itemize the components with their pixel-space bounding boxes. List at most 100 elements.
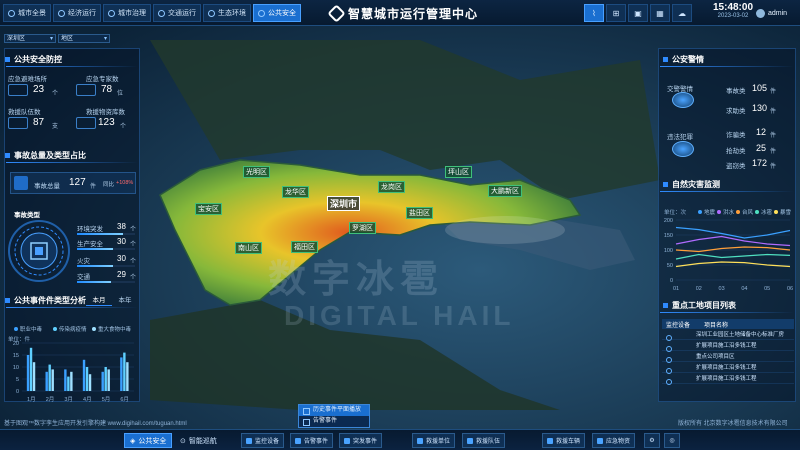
district-label[interactable]: 大鹏新区: [488, 185, 522, 197]
camera-icon[interactable]: [666, 368, 672, 374]
leaf-icon: [208, 9, 215, 17]
table-row[interactable]: 扩展项目施工沿多钱工程: [662, 362, 794, 374]
city-label[interactable]: 深圳市: [327, 196, 361, 211]
table-row[interactable]: 扩展项目施工沿多钱工程: [662, 373, 794, 385]
type-label: 火灾: [77, 258, 90, 265]
period-this-month[interactable]: 本月: [86, 295, 112, 306]
table-row[interactable]: 扩展项目施工沿多钱工程: [662, 340, 794, 352]
footer-credit[interactable]: 基于图观™数字孪生应用开发引擎构建 www.digihail.com/tugua…: [4, 418, 187, 427]
footer-copyright: 版权所有 北京数字冰雹信息技术有限公司: [678, 421, 788, 427]
chart-icon[interactable]: ⌇: [584, 4, 604, 22]
camera-icon[interactable]: [666, 346, 672, 352]
district-label[interactable]: 罗湖区: [349, 222, 376, 234]
bar: [45, 371, 48, 391]
district-label[interactable]: 龙岗区: [378, 181, 405, 193]
tab-city-overview[interactable]: 城市全景: [3, 4, 51, 22]
chip-label: 救援车辆: [556, 439, 581, 445]
layer-chip-rescue-vehicles[interactable]: 救援车辆: [542, 433, 586, 448]
series-line: [675, 253, 791, 260]
team-icon: [467, 437, 473, 444]
alarm-item-label: 抢劫类: [726, 148, 746, 155]
grid-icon[interactable]: ⊞: [606, 4, 626, 22]
tab-economy[interactable]: 经济运行: [53, 4, 101, 22]
image-icon[interactable]: ▣: [628, 4, 648, 22]
type-value: 30: [117, 237, 126, 246]
section-title: 公共事件件类型分析: [14, 295, 86, 305]
column-header: 监控设备: [666, 322, 691, 329]
legend-label: 地震: [704, 210, 716, 216]
layer-chip-rescue-units[interactable]: 救援单位: [412, 433, 456, 448]
layer-popup-menu: 历史事件平面播放 告警事件: [298, 404, 370, 428]
tab-public-safety[interactable]: 公共安全: [253, 4, 301, 22]
section-title: 事故总量及类型占比: [14, 150, 86, 160]
series-line: [675, 246, 791, 253]
cloud-icon[interactable]: ☁: [672, 4, 692, 22]
type-label: 生产安全: [77, 241, 103, 248]
region-select[interactable]: 深圳区: [4, 34, 56, 43]
layer-chip-rescue-teams[interactable]: 救援队伍: [462, 433, 506, 448]
legend-label: 传染病疫情: [59, 327, 87, 333]
camera-icon[interactable]: [666, 379, 672, 385]
total-label: 事故总量: [34, 183, 60, 190]
camera-icon[interactable]: [666, 335, 672, 341]
tab-label: 城市全景: [18, 10, 46, 17]
table-row[interactable]: 深圳工业园区土地储备中心标准厂房: [662, 329, 794, 341]
target-icon[interactable]: ◎: [664, 433, 680, 448]
chip-label: 应急物资: [606, 439, 631, 445]
layer-chip-alarms[interactable]: 告警事件: [290, 433, 334, 448]
settings-icon[interactable]: ⚙: [644, 433, 660, 448]
title-marker: [663, 181, 668, 187]
layer-chip-emergencies[interactable]: 突发事件: [339, 433, 383, 448]
table-header: 监控设备 项目名称: [662, 319, 794, 329]
menu-item-alarm-events[interactable]: 告警事件: [299, 416, 369, 427]
incidents-title: 事故总量及类型占比: [5, 148, 86, 162]
district-select[interactable]: 地区: [58, 34, 110, 43]
tab-governance[interactable]: 城市治理: [103, 4, 151, 22]
legend-item: 职业中毒: [14, 325, 42, 333]
layer-chip-supplies[interactable]: 应急物资: [592, 433, 636, 448]
nav-tabs: 城市全景 经济运行 城市治理 交通运行 生态环境 公共安全: [3, 4, 301, 22]
alarm-group-label: 违法犯罪: [667, 134, 693, 141]
district-label[interactable]: 盐田区: [406, 207, 433, 219]
district-label[interactable]: 南山区: [235, 242, 262, 254]
district-label[interactable]: 龙华区: [282, 186, 309, 198]
legend-swatch: [14, 327, 18, 331]
stat-frame: [8, 84, 28, 96]
menu-item-history-playback[interactable]: 历史事件平面播放: [299, 405, 369, 416]
divider: [6, 66, 138, 67]
stat-value: 78: [101, 84, 113, 95]
chip-label: 救援队伍: [476, 439, 501, 445]
table-row[interactable]: 重点公司项目区: [662, 351, 794, 363]
x-tick-label: 2月: [46, 396, 55, 403]
series-line: [675, 261, 791, 268]
stat-unit: 位: [117, 91, 124, 97]
stat-frame: [8, 117, 28, 129]
stat-frame: [76, 84, 96, 96]
district-label[interactable]: 宝安区: [195, 203, 222, 215]
type-bar-fill: [77, 248, 113, 250]
clock-date: 2023-03-02: [717, 13, 749, 19]
building-icon: [108, 9, 115, 17]
camera-icon[interactable]: [666, 357, 672, 363]
district-label[interactable]: 光明区: [243, 166, 270, 178]
tab-ecology[interactable]: 生态环境: [203, 4, 251, 22]
user-menu[interactable]: admin: [756, 4, 787, 22]
column-header: 项目名称: [704, 322, 729, 329]
bottom-tab-public-safety[interactable]: ◈ 公共安全: [124, 433, 173, 448]
type-unit: 个: [130, 242, 137, 248]
building-icon: [417, 437, 423, 444]
period-this-year[interactable]: 本年: [112, 295, 138, 306]
legend-label: 职业中毒: [20, 327, 43, 333]
x-tick-label: 1月: [27, 396, 36, 403]
y-tick-label: 5: [16, 377, 19, 383]
shield-icon: ◈: [130, 437, 136, 445]
layer-chip-cameras[interactable]: 监控设备: [241, 433, 285, 448]
tab-traffic[interactable]: 交通运行: [153, 4, 201, 22]
layers-icon: [14, 176, 28, 190]
bottom-tab-patrol[interactable]: ⊙ 智能巡航: [175, 433, 222, 448]
toolbar: ⌇ ⊞ ▣ ▦ ☁: [584, 4, 692, 22]
bar: [70, 371, 73, 391]
calendar-icon[interactable]: ▦: [650, 4, 670, 22]
stat-unit: 个: [52, 91, 59, 97]
district-label[interactable]: 坪山区: [445, 166, 472, 178]
